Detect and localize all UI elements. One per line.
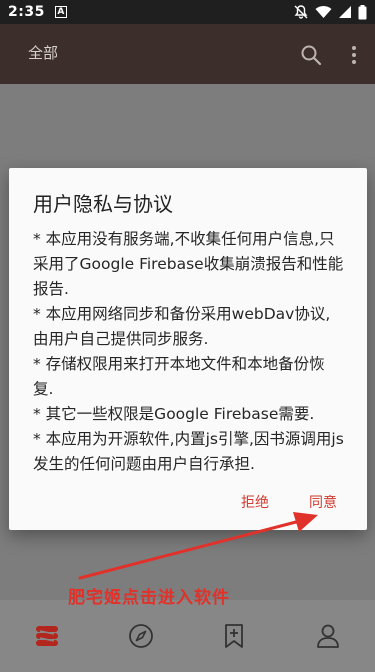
dialog-line: * 本应用没有服务端,不收集任何用户信息,只采用了Google Firebase… xyxy=(33,230,344,298)
reject-button[interactable]: 拒绝 xyxy=(241,492,269,512)
more-vert-icon[interactable] xyxy=(350,44,358,66)
privacy-dialog: 用户隐私与协议 * 本应用没有服务端,不收集任何用户信息,只采用了Google … xyxy=(9,168,367,530)
dialog-line: * 其它一些权限是Google Firebase需要. xyxy=(33,405,315,423)
status-bar: 2:35 A xyxy=(0,0,375,24)
app-bar: 全部 xyxy=(0,24,375,84)
bookshelf-icon xyxy=(35,626,58,646)
wifi-icon xyxy=(315,5,332,19)
search-icon[interactable] xyxy=(300,44,322,66)
accept-button[interactable]: 同意 xyxy=(309,492,337,512)
bookmark-add-icon xyxy=(225,624,244,648)
dialog-line: * 存储权限用来打开本地文件和本地备份恢复. xyxy=(33,355,325,398)
dialog-line: * 本应用网络同步和备份采用webDav协议,由用户自己提供同步服务. xyxy=(33,305,331,348)
compass-icon xyxy=(128,624,153,648)
nav-discover[interactable] xyxy=(121,616,161,656)
nav-bookshelf[interactable] xyxy=(27,616,67,656)
signal-icon xyxy=(339,6,351,18)
bottom-nav xyxy=(0,600,375,672)
person-icon xyxy=(317,624,340,648)
dialog-actions: 拒绝 同意 xyxy=(241,492,337,512)
dialog-body: * 本应用没有服务端,不收集任何用户信息,只采用了Google Firebase… xyxy=(33,227,345,477)
notification-a-icon: A xyxy=(54,6,67,18)
status-time: 2:35 xyxy=(8,4,45,20)
dialog-title: 用户隐私与协议 xyxy=(33,192,173,216)
dialog-line: * 本应用为开源软件,内置js引擎,因书源调用js发生的任何问题由用户自行承担. xyxy=(33,430,344,473)
nav-profile[interactable] xyxy=(308,616,348,656)
mute-icon xyxy=(294,5,308,19)
annotation-text: 肥宅姬点击进入软件 xyxy=(68,588,230,608)
tab-all[interactable]: 全部 xyxy=(28,42,58,63)
nav-bookmarks[interactable] xyxy=(214,616,254,656)
battery-icon xyxy=(358,4,367,19)
